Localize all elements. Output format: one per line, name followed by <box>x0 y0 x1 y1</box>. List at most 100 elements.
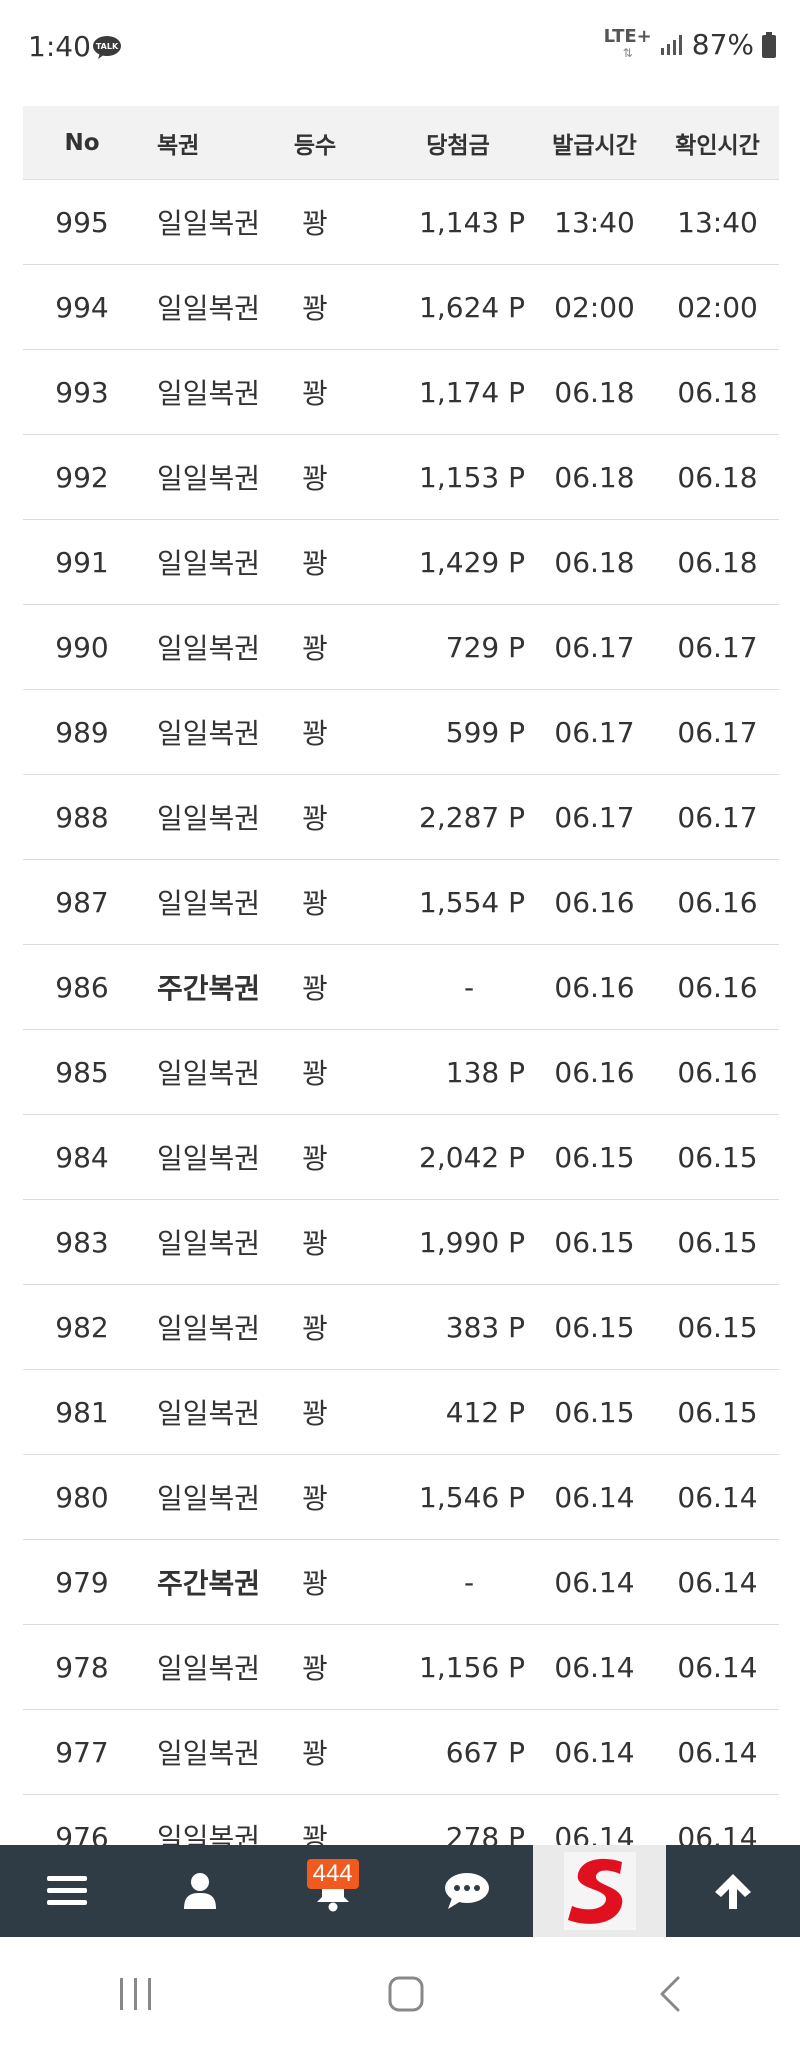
table-row: 978 일일복권 꽝 1,156 P 06.14 06.14 <box>23 1625 779 1710</box>
user-icon <box>183 1873 216 1909</box>
kakaotalk-notification-icon: TALK <box>93 36 121 59</box>
cell-no: 984 <box>55 1140 109 1174</box>
table-header: No 복권 등수 당첨금 발급시간 확인시간 <box>23 106 779 180</box>
cell-rank: 꽝 <box>302 1567 328 1600</box>
site-logo <box>563 1852 636 1930</box>
cell-check-time: 06.14 <box>677 1650 758 1684</box>
notification-count-badge: 444 <box>306 1859 359 1889</box>
cell-no: 988 <box>55 800 109 834</box>
table-row: 989 일일복권 꽝 599 P 06.17 06.17 <box>23 690 779 775</box>
lottery-history-table: No 복권 등수 당첨금 발급시간 확인시간 995 일일복권 꽝 1,143 … <box>23 106 779 1846</box>
cell-prize: 2,042 P <box>419 1140 525 1174</box>
cell-issue-time: 06.16 <box>554 1055 635 1089</box>
cell-prize: 1,174 P <box>419 375 525 409</box>
cell-rank: 꽝 <box>302 1057 328 1090</box>
cell-issue-time: 06.18 <box>554 460 635 494</box>
table-row: 981 일일복권 꽝 412 P 06.15 06.15 <box>23 1370 779 1455</box>
cell-prize: 412 P <box>445 1395 525 1429</box>
cell-prize: 729 P <box>445 630 525 664</box>
cell-lottery: 일일복권 <box>157 1142 261 1175</box>
site-logo-button[interactable] <box>533 1845 667 1937</box>
cell-no: 993 <box>55 375 109 409</box>
chat-button[interactable] <box>400 1845 533 1937</box>
chat-icon <box>444 1873 489 1909</box>
profile-button[interactable] <box>133 1845 266 1937</box>
cell-lottery: 일일복권 <box>157 1822 261 1846</box>
cell-rank: 꽝 <box>302 292 328 325</box>
cell-prize: 1,429 P <box>419 545 525 579</box>
cell-no: 978 <box>55 1650 109 1684</box>
cell-lottery: 일일복권 <box>157 717 261 750</box>
cell-issue-time: 06.18 <box>554 375 635 409</box>
cell-lottery: 일일복권 <box>157 1057 261 1090</box>
lte-label: LTE+ <box>603 25 652 47</box>
cell-lottery: 일일복권 <box>157 547 261 580</box>
cell-issue-time: 06.17 <box>554 630 635 664</box>
table-row: 980 일일복권 꽝 1,546 P 06.14 06.14 <box>23 1455 779 1540</box>
cell-issue-time: 13:40 <box>554 205 635 239</box>
cell-lottery: 일일복권 <box>157 1312 261 1345</box>
back-icon[interactable] <box>656 1975 684 2013</box>
cell-check-time: 06.14 <box>677 1480 758 1514</box>
cell-no: 987 <box>55 885 109 919</box>
cell-check-time: 06.17 <box>677 800 758 834</box>
cell-rank: 꽝 <box>302 1397 328 1430</box>
status-indicators: LTE+ ⇅ 87% <box>603 25 776 61</box>
cell-no: 977 <box>55 1735 109 1769</box>
cell-prize: 1,554 P <box>419 885 525 919</box>
notifications-button[interactable]: 444 <box>267 1845 400 1937</box>
header-prize: 당첨금 <box>426 132 490 159</box>
cell-check-time: 06.18 <box>677 460 758 494</box>
menu-button[interactable] <box>0 1845 133 1937</box>
cell-rank: 꽝 <box>302 632 328 665</box>
cell-prize: 1,990 P <box>419 1225 525 1259</box>
cell-rank: 꽝 <box>302 1312 328 1345</box>
cell-no: 989 <box>55 715 109 749</box>
cell-issue-time: 06.14 <box>554 1735 635 1769</box>
cell-rank: 꽝 <box>302 207 328 240</box>
cell-prize: 667 P <box>445 1735 525 1769</box>
table-row: 979 주간복권 꽝 - 06.14 06.14 <box>23 1540 779 1625</box>
cell-issue-time: 06.15 <box>554 1140 635 1174</box>
cell-rank: 꽝 <box>302 1227 328 1260</box>
table-row: 984 일일복권 꽝 2,042 P 06.15 06.15 <box>23 1115 779 1200</box>
table-row: 977 일일복권 꽝 667 P 06.14 06.14 <box>23 1710 779 1795</box>
table-row: 987 일일복권 꽝 1,554 P 06.16 06.16 <box>23 860 779 945</box>
cell-lottery: 일일복권 <box>157 887 261 920</box>
cell-no: 979 <box>55 1565 109 1599</box>
cell-rank: 꽝 <box>302 547 328 580</box>
scroll-to-top-button[interactable] <box>666 1845 799 1937</box>
table-row: 993 일일복권 꽝 1,174 P 06.18 06.18 <box>23 350 779 435</box>
cell-issue-time: 06.15 <box>554 1225 635 1259</box>
cell-no: 976 <box>55 1820 109 1847</box>
cell-prize: 138 P <box>445 1055 525 1089</box>
cell-check-time: 06.17 <box>677 630 758 664</box>
cell-check-time: 06.15 <box>677 1140 758 1174</box>
cell-lottery: 일일복권 <box>157 207 261 240</box>
home-icon[interactable] <box>387 1975 425 2013</box>
cell-issue-time: 06.18 <box>554 545 635 579</box>
signal-icon <box>660 34 682 55</box>
cell-lottery: 일일복권 <box>157 1482 261 1515</box>
table-row: 983 일일복권 꽝 1,990 P 06.15 06.15 <box>23 1200 779 1285</box>
cell-rank: 꽝 <box>302 1142 328 1175</box>
recent-apps-icon[interactable] <box>116 1976 156 2012</box>
cell-check-time: 06.16 <box>677 885 758 919</box>
cell-lottery: 일일복권 <box>157 1397 261 1430</box>
cell-check-time: 06.17 <box>677 715 758 749</box>
table-row: 976 일일복권 꽝 278 P 06.14 06.14 <box>23 1795 779 1847</box>
cell-no: 983 <box>55 1225 109 1259</box>
cell-prize: 1,624 P <box>419 290 525 324</box>
cell-no: 980 <box>55 1480 109 1514</box>
cell-no: 982 <box>55 1310 109 1344</box>
lte-indicator: LTE+ ⇅ <box>603 25 652 61</box>
cell-prize: 1,156 P <box>419 1650 525 1684</box>
cell-rank: 꽝 <box>302 1482 328 1515</box>
cell-check-time: 06.16 <box>677 1055 758 1089</box>
cell-issue-time: 06.16 <box>554 885 635 919</box>
cell-rank: 꽝 <box>302 1652 328 1685</box>
cell-rank: 꽝 <box>302 1822 328 1846</box>
cell-prize: 1,153 P <box>419 460 525 494</box>
cell-check-time: 06.18 <box>677 545 758 579</box>
cell-rank: 꽝 <box>302 462 328 495</box>
